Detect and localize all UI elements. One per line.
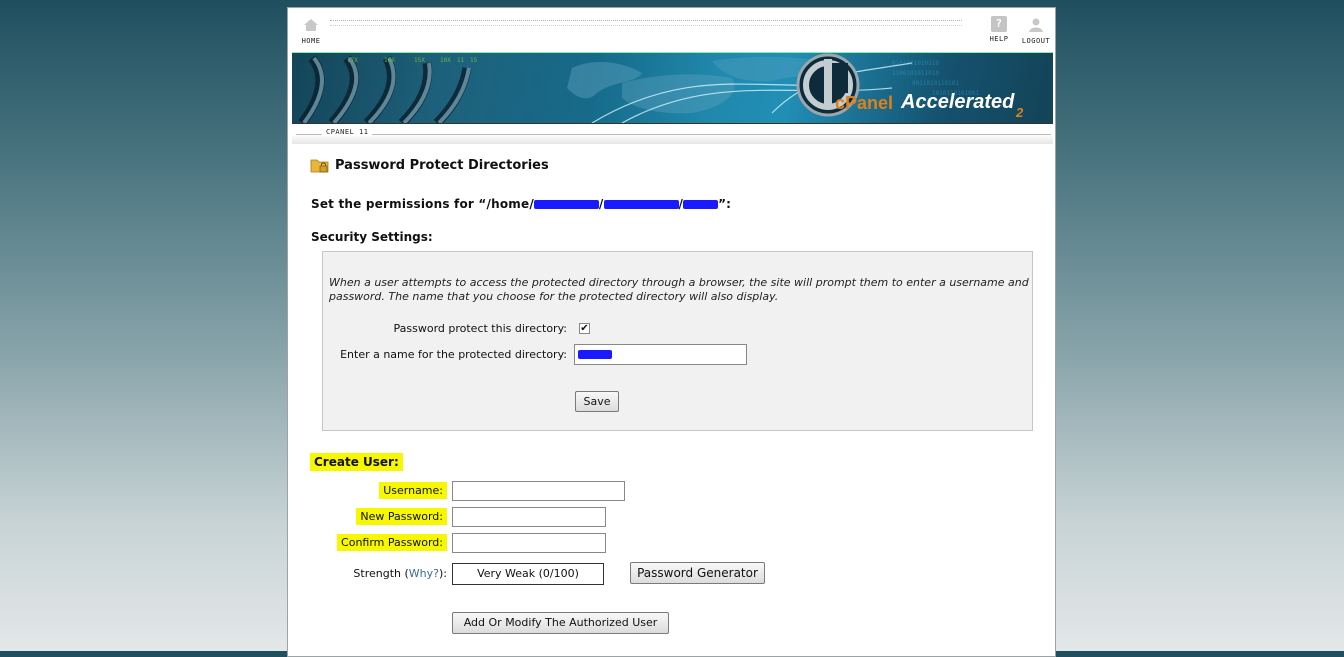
confirm-password-label: Confirm Password: bbox=[337, 534, 447, 551]
create-user-heading: Create User: bbox=[310, 453, 403, 471]
new-password-input[interactable] bbox=[452, 507, 606, 527]
svg-text:1100101011010: 1100101011010 bbox=[892, 70, 939, 77]
directory-name-label: Enter a name for the protected directory… bbox=[340, 348, 567, 361]
svg-text:16X: 16X bbox=[384, 57, 395, 64]
cpanel-page: HOME ? HELP LOGOUT 17X 16X 15X 10X 11 15… bbox=[287, 7, 1056, 657]
user-icon bbox=[1029, 18, 1043, 32]
redacted-path-segment bbox=[683, 200, 719, 209]
why-link[interactable]: Why? bbox=[409, 567, 439, 580]
save-button[interactable]: Save bbox=[575, 391, 619, 412]
svg-text:0011010110101: 0011010110101 bbox=[912, 80, 959, 87]
protect-directory-checkbox[interactable]: ✔ bbox=[579, 323, 590, 334]
redacted-path-segment bbox=[533, 200, 599, 209]
svg-text:17X: 17X bbox=[347, 57, 358, 64]
directory-name-input[interactable] bbox=[574, 344, 747, 365]
svg-text:10X: 10X bbox=[440, 57, 451, 64]
strength-label: Strength (Why?): bbox=[353, 567, 447, 580]
help-icon: ? bbox=[991, 16, 1007, 32]
home-label: HOME bbox=[301, 37, 321, 45]
new-password-label: New Password: bbox=[356, 508, 447, 525]
permissions-prefix: Set the permissions for “/home/ bbox=[311, 197, 534, 211]
create-user-heading-text: Create User: bbox=[310, 453, 403, 471]
strength-label-end: ): bbox=[439, 567, 447, 580]
top-navigation: HOME ? HELP LOGOUT bbox=[292, 10, 1051, 54]
help-label: HELP bbox=[989, 35, 1009, 43]
home-icon bbox=[304, 19, 318, 31]
header-banner: 17X 16X 15X 10X 11 15 0101001010110 11001010… bbox=[292, 52, 1053, 124]
security-settings-heading: Security Settings: bbox=[311, 230, 433, 244]
home-link[interactable]: HOME bbox=[296, 16, 326, 45]
version-mark: 2 bbox=[1016, 105, 1024, 120]
redacted-directory-name bbox=[578, 350, 612, 359]
password-strength-meter: Very Weak (0/100) bbox=[452, 563, 604, 585]
strength-label-text: Strength ( bbox=[353, 567, 409, 580]
username-label-text: Username: bbox=[379, 482, 447, 499]
svg-text:15: 15 bbox=[470, 57, 478, 64]
svg-text:15X: 15X bbox=[414, 57, 425, 64]
locked-folder-icon bbox=[310, 159, 329, 173]
svg-text:11: 11 bbox=[457, 57, 465, 64]
tab-cpanel-11[interactable]: CPANEL 11 bbox=[322, 128, 373, 136]
svg-text:0101001010110: 0101001010110 bbox=[892, 60, 939, 67]
confirm-password-input[interactable] bbox=[452, 533, 606, 553]
logout-label: LOGOUT bbox=[1021, 37, 1051, 45]
add-modify-user-button[interactable]: Add Or Modify The Authorized User bbox=[452, 612, 669, 634]
logout-link[interactable]: LOGOUT bbox=[1018, 16, 1054, 45]
permissions-heading: Set the permissions for “/home// /”: bbox=[311, 197, 732, 211]
toolbar-divider bbox=[330, 20, 962, 26]
new-password-label-text: New Password: bbox=[356, 508, 447, 525]
username-label: Username: bbox=[379, 482, 447, 499]
password-generator-button[interactable]: Password Generator bbox=[630, 562, 765, 584]
username-input[interactable] bbox=[452, 481, 625, 501]
tab-divider bbox=[296, 134, 1051, 135]
redacted-path-segment bbox=[603, 200, 679, 209]
confirm-password-label-text: Confirm Password: bbox=[337, 534, 447, 551]
help-link[interactable]: ? HELP bbox=[985, 16, 1013, 43]
section-tab-bar: CPANEL 11 bbox=[292, 124, 1053, 144]
page-title-text: Password Protect Directories bbox=[335, 157, 549, 173]
security-settings-panel: When a user attempts to access the prote… bbox=[322, 251, 1033, 431]
permissions-suffix: ”: bbox=[718, 197, 732, 211]
accelerated-brand-text: Accelerated bbox=[901, 91, 1015, 113]
security-description: When a user attempts to access the prote… bbox=[329, 276, 1029, 303]
page-title: Password Protect Directories bbox=[310, 156, 549, 174]
cpanel-brand-text: cPanel bbox=[835, 93, 894, 113]
protect-directory-label: Password protect this directory: bbox=[393, 322, 568, 335]
